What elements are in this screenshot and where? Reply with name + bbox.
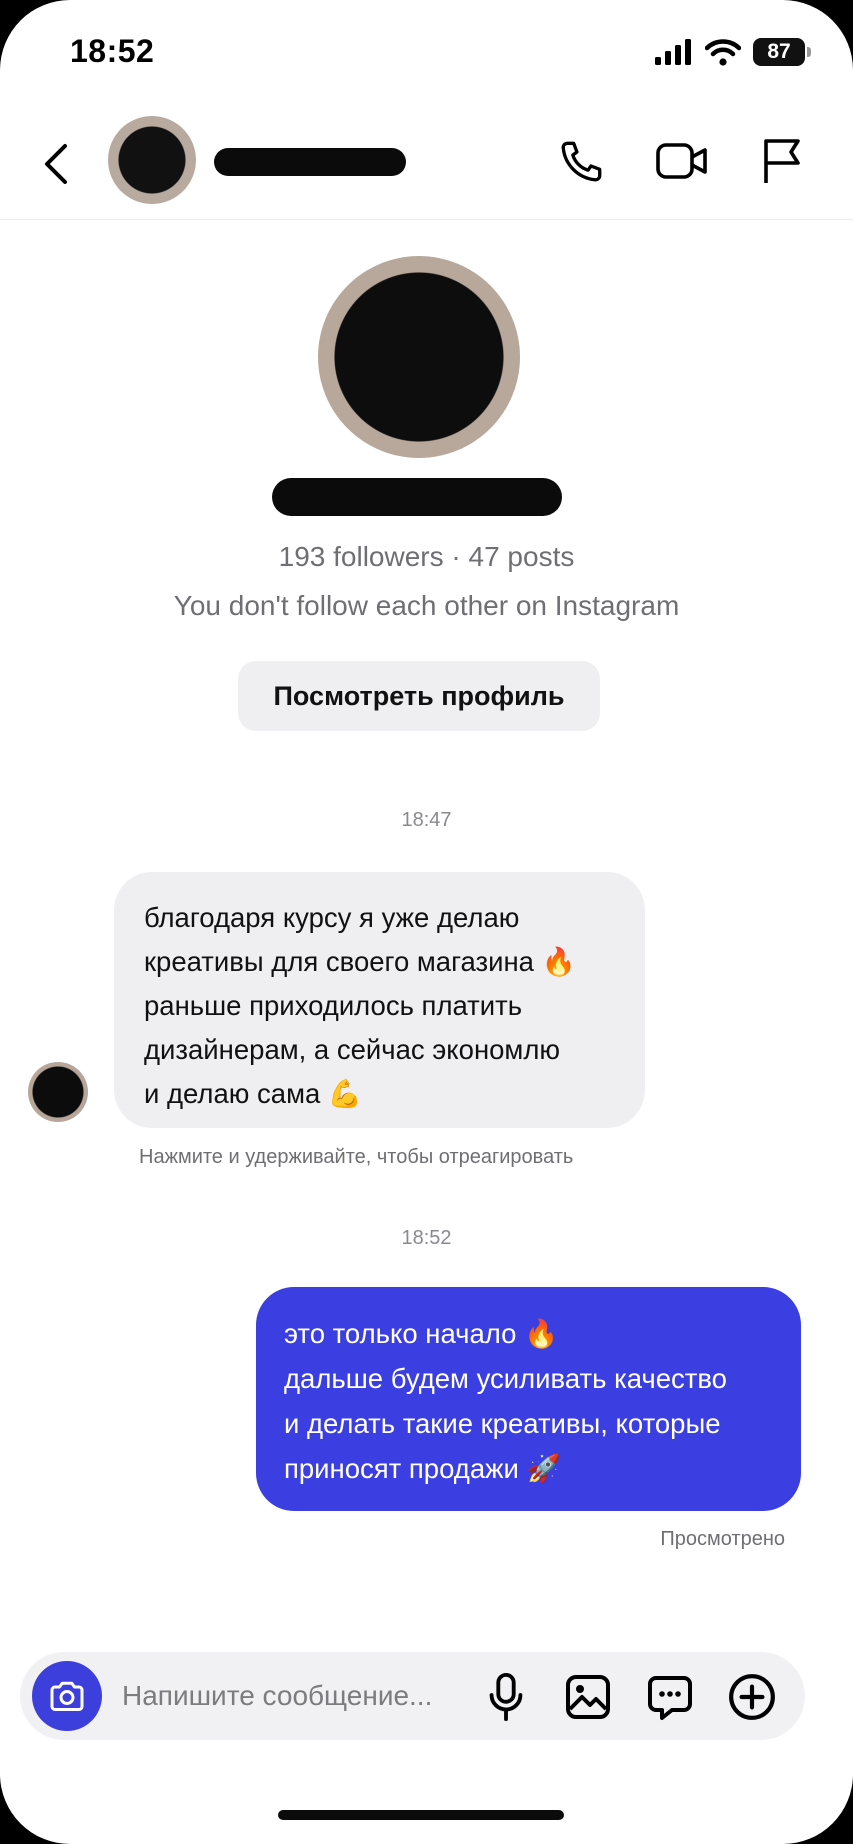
contact-name-redacted[interactable] bbox=[214, 148, 406, 176]
reaction-hint: Нажмите и удерживайте, чтобы отреагирова… bbox=[139, 1146, 574, 1168]
incoming-message-bubble[interactable]: благодаря курсу я уже делаю креативы для… bbox=[114, 872, 645, 1128]
status-icons: 87 bbox=[655, 38, 811, 66]
profile-name-redacted bbox=[272, 478, 562, 516]
message-line: дальше будем усиливать качество bbox=[284, 1363, 727, 1394]
message-line: дизайнерам, а сейчас экономлю bbox=[144, 1034, 561, 1065]
more-options-button[interactable] bbox=[725, 1670, 779, 1724]
contact-avatar[interactable] bbox=[108, 116, 196, 204]
camera-icon bbox=[50, 1681, 84, 1711]
phone-icon bbox=[561, 141, 602, 182]
message-line: благодаря курсу я уже делаю bbox=[144, 902, 520, 933]
gallery-button[interactable] bbox=[561, 1670, 615, 1724]
status-bar: 18:52 87 bbox=[0, 0, 853, 110]
signal-icon bbox=[655, 39, 691, 65]
sticker-icon bbox=[648, 1676, 692, 1720]
video-icon bbox=[656, 143, 707, 179]
chat-header bbox=[0, 110, 853, 220]
gallery-icon bbox=[566, 1675, 610, 1719]
camera-button[interactable] bbox=[32, 1661, 102, 1731]
message-line: и делать такие креативы, которые bbox=[284, 1408, 721, 1439]
message-line: раньше приходилось платить bbox=[144, 990, 523, 1021]
report-button[interactable] bbox=[755, 134, 809, 188]
profile-avatar[interactable] bbox=[318, 256, 520, 458]
follow-status: You don't follow each other on Instagram bbox=[173, 590, 680, 621]
sticker-button[interactable] bbox=[643, 1670, 697, 1724]
message-line: приносят продажи 🚀 bbox=[284, 1453, 561, 1484]
back-button[interactable] bbox=[36, 136, 76, 192]
video-call-button[interactable] bbox=[655, 134, 709, 188]
status-time: 18:52 bbox=[70, 33, 155, 69]
composer-actions bbox=[479, 1670, 779, 1724]
message-timestamp: 18:47 bbox=[401, 809, 452, 831]
home-indicator[interactable] bbox=[278, 1810, 564, 1820]
flag-icon bbox=[764, 139, 800, 183]
profile-stats: 193 followers · 47 posts bbox=[278, 541, 575, 572]
voice-message-button[interactable] bbox=[479, 1670, 533, 1724]
outgoing-message-bubble[interactable]: это только начало 🔥 дальше будем усилива… bbox=[256, 1287, 801, 1511]
phone-screen: 18:52 87 193 followers · 47 posts You do… bbox=[0, 0, 853, 1844]
message-line: это только начало 🔥 bbox=[284, 1318, 559, 1349]
message-line: и делаю сама 💪 bbox=[144, 1078, 363, 1109]
audio-call-button[interactable] bbox=[555, 134, 609, 188]
view-profile-button[interactable]: Посмотреть профиль bbox=[238, 661, 600, 731]
message-input[interactable] bbox=[122, 1674, 482, 1718]
sender-avatar[interactable] bbox=[28, 1062, 88, 1122]
seen-status: Просмотрено bbox=[660, 1528, 785, 1550]
wifi-icon bbox=[705, 39, 741, 66]
microphone-icon bbox=[489, 1672, 523, 1722]
back-icon bbox=[45, 144, 67, 184]
message-timestamp: 18:52 bbox=[401, 1227, 452, 1249]
message-line: креативы для своего магазина 🔥 bbox=[144, 946, 576, 977]
header-actions bbox=[555, 134, 809, 188]
battery-indicator: 87 bbox=[753, 38, 811, 66]
message-composer bbox=[20, 1652, 805, 1740]
plus-icon bbox=[729, 1674, 775, 1720]
